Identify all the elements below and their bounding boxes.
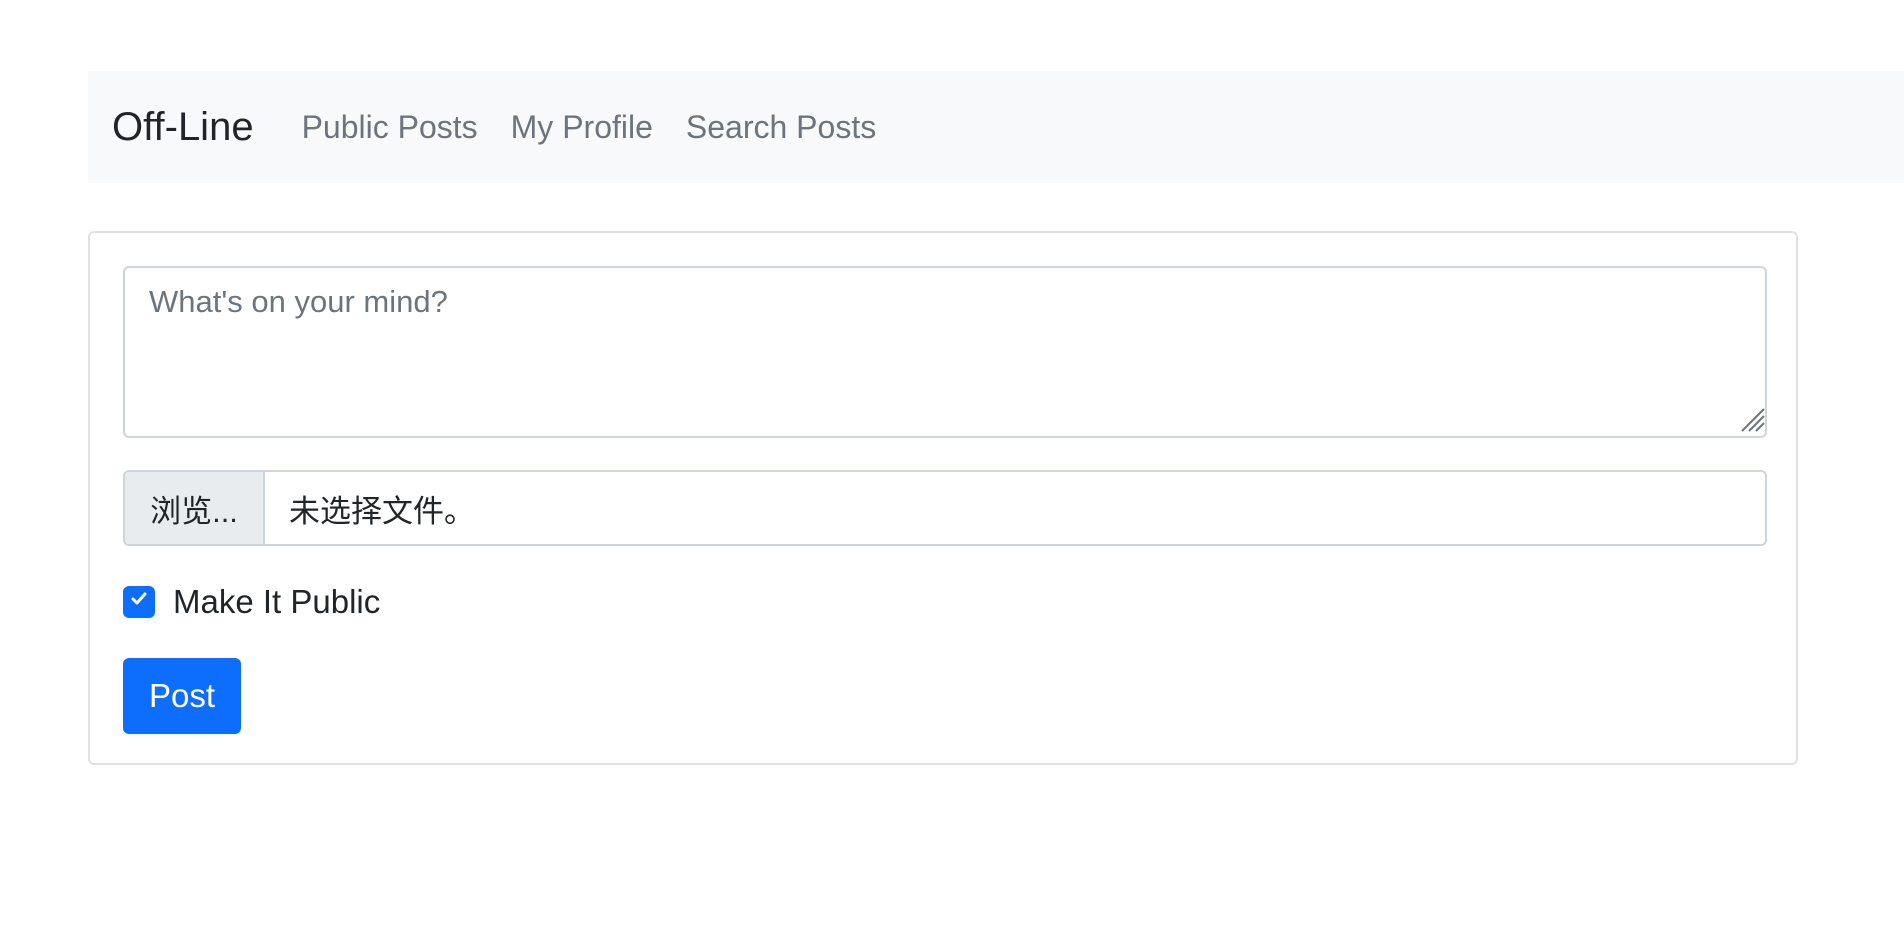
- file-name-display[interactable]: 未选择文件。: [265, 472, 1765, 544]
- make-public-label[interactable]: Make It Public: [173, 585, 380, 618]
- nav-link-public-posts[interactable]: Public Posts: [302, 111, 478, 143]
- post-content-textarea[interactable]: [123, 266, 1767, 438]
- make-public-checkbox[interactable]: [123, 585, 155, 618]
- nav-link-search-posts[interactable]: Search Posts: [686, 111, 876, 143]
- nav-link-my-profile[interactable]: My Profile: [511, 111, 653, 143]
- make-public-row: Make It Public: [123, 585, 380, 618]
- navbar: Off-Line Public Posts My Profile Search …: [88, 71, 1904, 183]
- file-browse-button[interactable]: 浏览...: [125, 472, 265, 544]
- navbar-brand[interactable]: Off-Line: [112, 107, 254, 147]
- check-icon: [129, 589, 149, 614]
- post-button[interactable]: Post: [123, 658, 241, 734]
- new-post-card: 浏览... 未选择文件。 Make It Public Post: [88, 231, 1798, 765]
- resize-grip-icon[interactable]: [1738, 405, 1766, 433]
- file-input[interactable]: 浏览... 未选择文件。: [123, 470, 1767, 546]
